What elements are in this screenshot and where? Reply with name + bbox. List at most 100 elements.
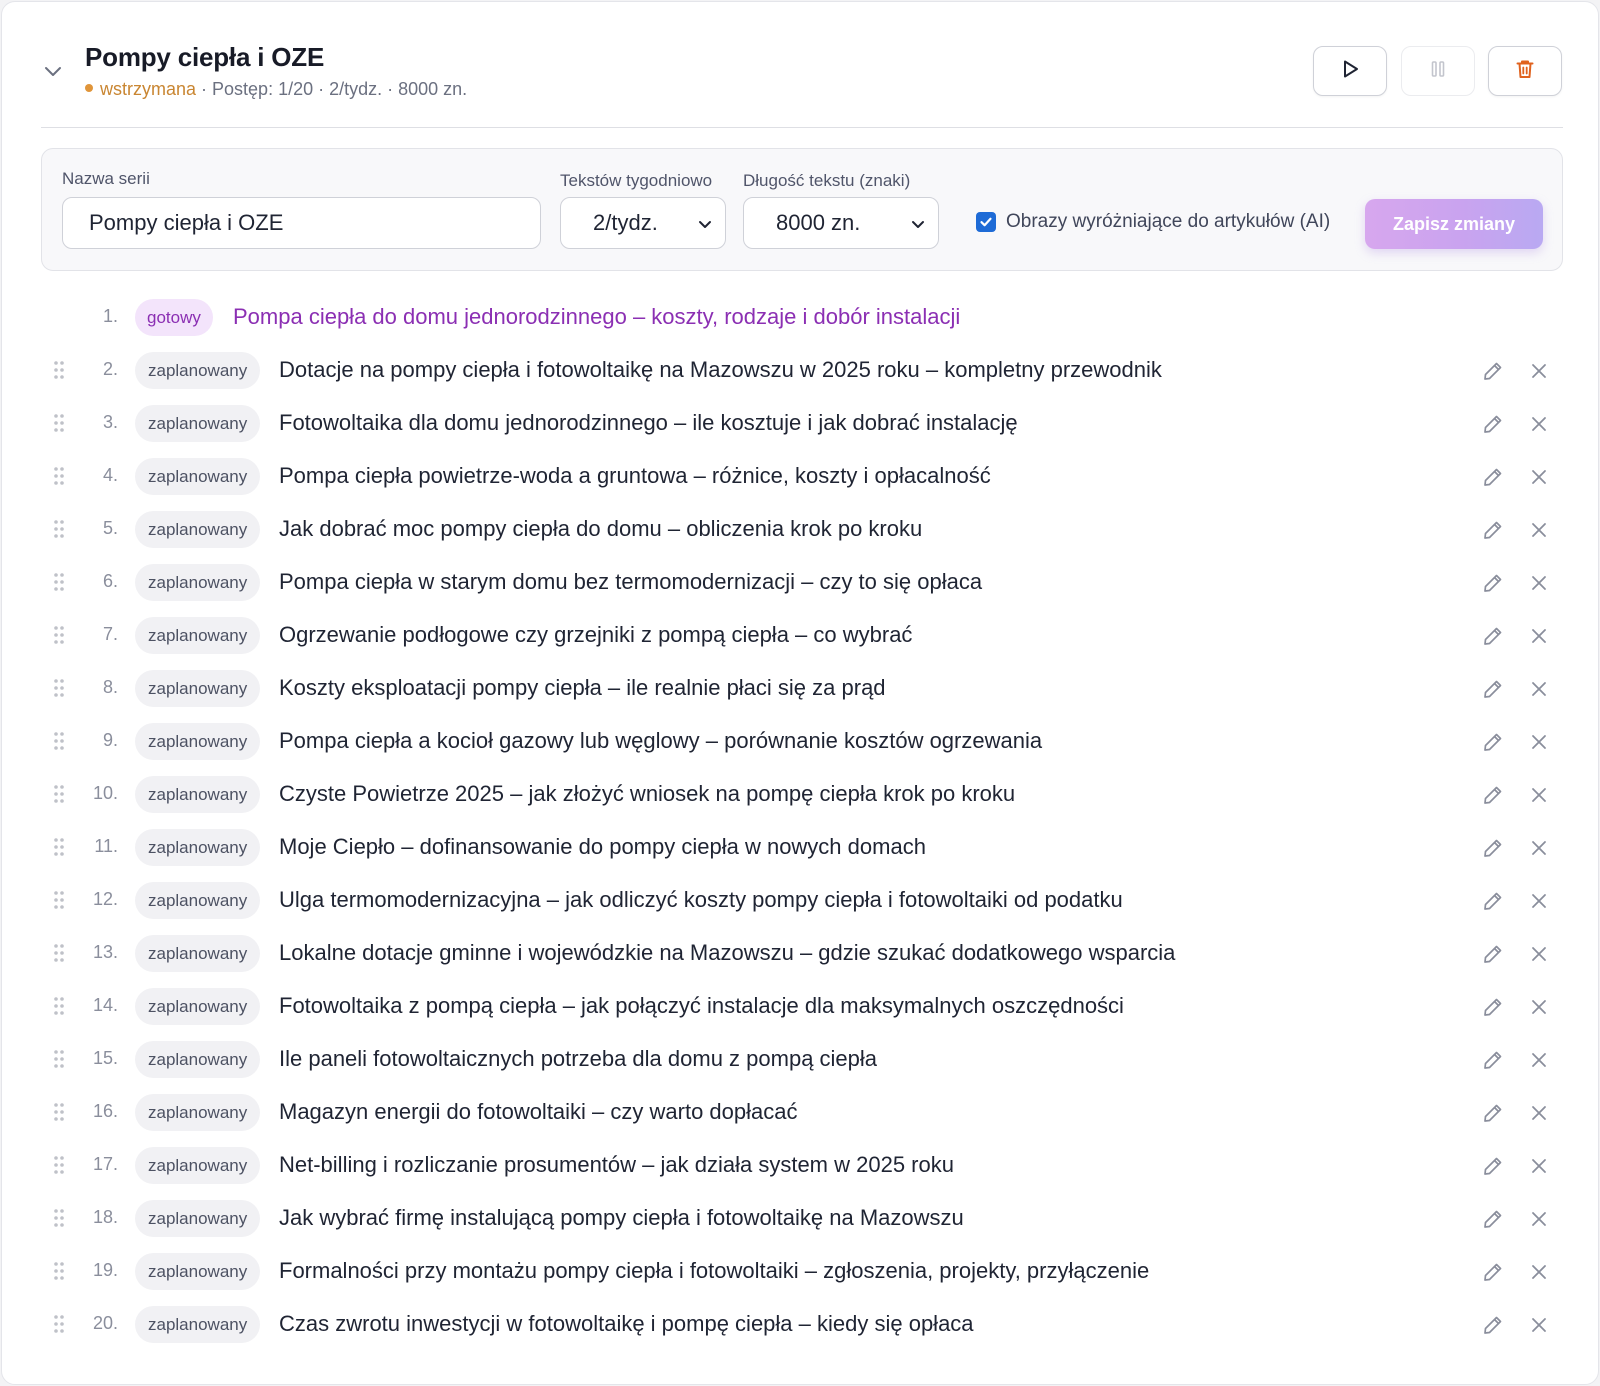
ai-images-checkbox[interactable]	[976, 212, 996, 232]
weekly-value: 2/tydz.	[593, 210, 658, 235]
pencil-icon[interactable]	[1481, 730, 1505, 754]
pencil-icon[interactable]	[1481, 1207, 1505, 1231]
drag-handle-icon[interactable]	[53, 1261, 65, 1281]
list-item: 19. zaplanowany Formalności przy montażu p…	[2, 1245, 1598, 1298]
status-badge: zaplanowany	[135, 776, 261, 813]
close-icon[interactable]	[1528, 519, 1550, 541]
pencil-icon[interactable]	[1481, 942, 1505, 966]
item-title: Jak wybrać firmę instalującą pompy ciepł…	[279, 1205, 964, 1230]
close-icon[interactable]	[1528, 1314, 1550, 1336]
settings-panel: Nazwa serii Tekstów tygodniowo 2/tydz. D…	[41, 148, 1563, 271]
pencil-icon[interactable]	[1481, 889, 1505, 913]
pencil-icon[interactable]	[1481, 995, 1505, 1019]
close-icon[interactable]	[1528, 784, 1550, 806]
status-badge: zaplanowany	[135, 617, 261, 654]
series-title: Pompy ciepła i OZE	[85, 42, 325, 72]
pencil-icon[interactable]	[1481, 518, 1505, 542]
delete-button[interactable]	[1488, 46, 1562, 96]
list-item: 10. zaplanowany Czyste Powietrze 2025 – ja…	[2, 768, 1598, 821]
pencil-icon[interactable]	[1481, 836, 1505, 860]
close-icon[interactable]	[1528, 572, 1550, 594]
item-number: 5.	[102, 518, 118, 538]
drag-handle-icon[interactable]	[53, 466, 65, 486]
close-icon[interactable]	[1528, 1049, 1550, 1071]
pencil-icon[interactable]	[1481, 571, 1505, 595]
progress-text: · Postęp: 1/20 · 2/tydz. · 8000 zn.	[196, 79, 468, 99]
pencil-icon[interactable]	[1481, 412, 1505, 436]
status-text: wstrzymana	[100, 79, 197, 99]
drag-handle-icon[interactable]	[53, 360, 65, 380]
list-item: 18. zaplanowany Jak wybrać firmę instalują…	[2, 1192, 1598, 1245]
status-badge: zaplanowany	[135, 405, 261, 442]
item-number: 11.	[94, 836, 118, 856]
item-number: 20.	[92, 1313, 118, 1333]
close-icon[interactable]	[1528, 1261, 1550, 1283]
status-badge: zaplanowany	[135, 670, 261, 707]
pencil-icon[interactable]	[1481, 677, 1505, 701]
ai-images-toggle[interactable]: Obrazy wyróżniające do artykułów (AI)	[976, 211, 1330, 233]
list-item: 2. zaplanowany Dotacje na pompy ciepła i f…	[2, 344, 1598, 397]
status-badge: zaplanowany	[135, 352, 261, 389]
close-icon[interactable]	[1528, 837, 1550, 859]
drag-handle-icon[interactable]	[53, 731, 65, 751]
item-number: 10.	[92, 783, 118, 803]
drag-handle-icon[interactable]	[53, 413, 65, 433]
item-number: 18.	[92, 1207, 118, 1227]
close-icon[interactable]	[1528, 1208, 1550, 1230]
close-icon[interactable]	[1528, 413, 1550, 435]
status-badge: zaplanowany	[135, 1200, 261, 1237]
drag-handle-icon[interactable]	[53, 784, 65, 804]
item-number: 16.	[92, 1101, 118, 1121]
pencil-icon[interactable]	[1481, 1260, 1505, 1284]
pencil-icon[interactable]	[1481, 783, 1505, 807]
list-item: 4. zaplanowany Pompa ciepła powietrze-woda…	[2, 450, 1598, 503]
drag-handle-icon[interactable]	[53, 996, 65, 1016]
close-icon[interactable]	[1528, 731, 1550, 753]
close-icon[interactable]	[1528, 466, 1550, 488]
item-number: 19.	[92, 1260, 118, 1280]
header-divider	[41, 127, 1563, 128]
drag-handle-icon[interactable]	[53, 572, 65, 592]
close-icon[interactable]	[1528, 1155, 1550, 1177]
pencil-icon[interactable]	[1481, 1154, 1505, 1178]
pencil-icon[interactable]	[1481, 465, 1505, 489]
close-icon[interactable]	[1528, 625, 1550, 647]
drag-handle-icon[interactable]	[53, 837, 65, 857]
pencil-icon[interactable]	[1481, 1048, 1505, 1072]
save-button[interactable]: Zapisz zmiany	[1365, 199, 1543, 249]
drag-handle-icon[interactable]	[53, 890, 65, 910]
length-select[interactable]: 8000 zn.	[743, 197, 939, 249]
pencil-icon[interactable]	[1481, 1101, 1505, 1125]
pencil-icon[interactable]	[1481, 359, 1505, 383]
pencil-icon[interactable]	[1481, 624, 1505, 648]
series-header: Pompy ciepła i OZE wstrzymana · Postęp: …	[2, 2, 1598, 129]
pause-button[interactable]	[1401, 46, 1475, 96]
item-title: Moje Ciepło – dofinansowanie do pompy ci…	[279, 834, 926, 859]
close-icon[interactable]	[1528, 678, 1550, 700]
item-title[interactable]: Pompa ciepła do domu jednorodzinnego – k…	[233, 304, 960, 330]
drag-handle-icon[interactable]	[53, 1049, 65, 1069]
close-icon[interactable]	[1528, 1102, 1550, 1124]
series-name-field[interactable]	[62, 197, 541, 249]
play-button[interactable]	[1313, 46, 1387, 96]
drag-handle-icon[interactable]	[53, 678, 65, 698]
series-name-input[interactable]	[63, 198, 540, 248]
drag-handle-icon[interactable]	[53, 1155, 65, 1175]
drag-handle-icon[interactable]	[53, 943, 65, 963]
close-icon[interactable]	[1528, 890, 1550, 912]
drag-handle-icon[interactable]	[53, 1208, 65, 1228]
weekly-select[interactable]: 2/tydz.	[560, 197, 726, 249]
drag-handle-icon[interactable]	[53, 519, 65, 539]
drag-handle-icon[interactable]	[53, 625, 65, 645]
drag-handle-icon[interactable]	[53, 1102, 65, 1122]
drag-handle-icon[interactable]	[53, 1314, 65, 1334]
list-item: 3. zaplanowany Fotowoltaika dla domu jedno…	[2, 397, 1598, 450]
status-badge: zaplanowany	[135, 458, 261, 495]
close-icon[interactable]	[1528, 360, 1550, 382]
item-number: 2.	[102, 359, 118, 379]
pencil-icon[interactable]	[1481, 1313, 1505, 1337]
close-icon[interactable]	[1528, 996, 1550, 1018]
chevron-down-icon[interactable]	[42, 60, 64, 82]
close-icon[interactable]	[1528, 943, 1550, 965]
item-title: Formalności przy montażu pompy ciepła i …	[279, 1258, 1150, 1283]
